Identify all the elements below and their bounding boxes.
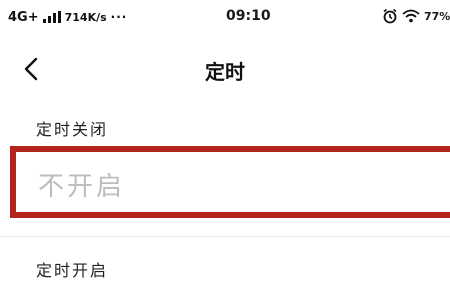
status-right: 77%	[382, 8, 450, 24]
page-title: 定时	[205, 60, 245, 84]
clock: 09:10	[226, 8, 271, 24]
network-speed: 714K/s	[64, 10, 107, 24]
battery-level: 77%	[424, 9, 450, 23]
more-notifications-icon: ···	[110, 10, 128, 24]
status-bar: 4G+ 714K/s ··· 09:10 77%	[0, 0, 450, 34]
alarm-icon	[383, 8, 397, 24]
timer-on-label: 定时开启	[36, 261, 109, 280]
timer-on-section[interactable]: 定时开启	[0, 237, 450, 300]
nav-bar: 定时	[0, 34, 450, 104]
wifi-icon	[402, 9, 420, 23]
timer-off-label: 定时关闭	[36, 120, 109, 139]
signal-icon	[42, 11, 61, 23]
network-type: 4G+	[8, 9, 39, 25]
status-left: 4G+ 714K/s ···	[8, 8, 127, 26]
timer-off-field[interactable]: 不开启	[10, 146, 450, 218]
timer-off-value: 不开启	[38, 172, 126, 202]
